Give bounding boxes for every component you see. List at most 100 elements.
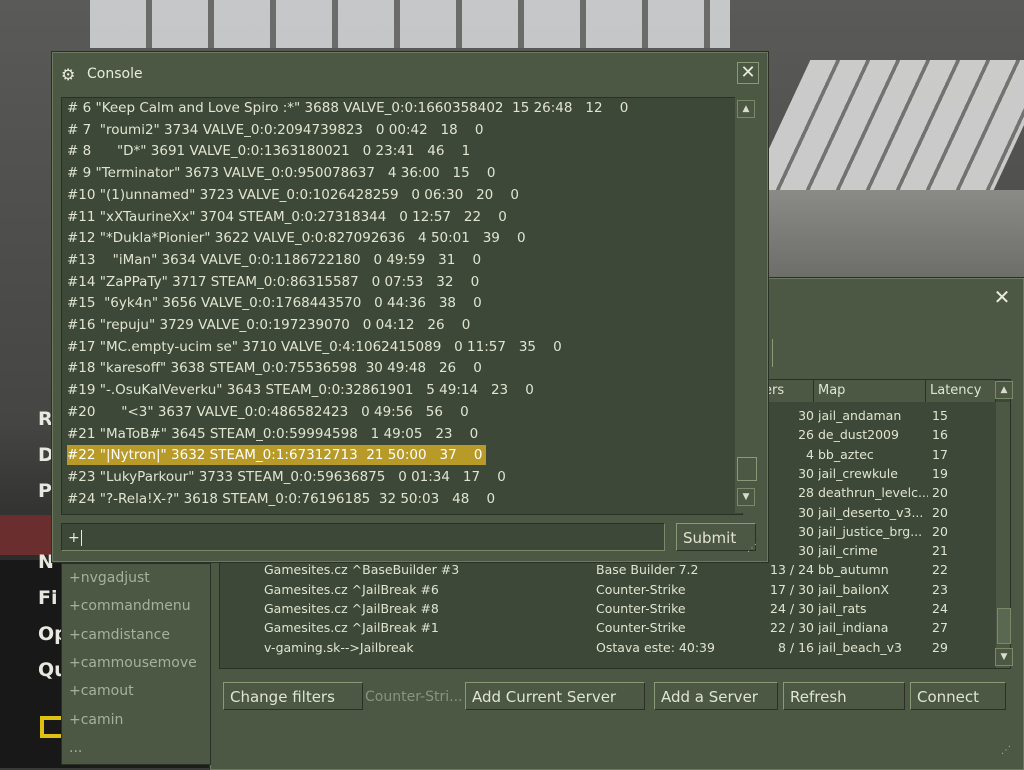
server-map: jail_justice_brg... (818, 523, 923, 539)
server-name: Gamesites.cz ^JailBreak #1 (264, 620, 439, 636)
server-latency: 21 (932, 543, 948, 559)
autocomplete-item[interactable]: +camout (69, 683, 134, 699)
console-log-line: #21 "MaToB#" 3645 STEAM_0:0:59994598 1 4… (67, 425, 479, 442)
server-latency: 29 (932, 639, 948, 655)
server-map: jail_rats (818, 601, 867, 616)
column-header-players[interactable]: ers (760, 380, 814, 402)
server-latency: 23 (932, 581, 948, 597)
server-game: Ostava este: 40:39 (596, 639, 715, 655)
autocomplete-item[interactable]: +commandmenu (69, 598, 191, 614)
server-players: 30 (798, 543, 814, 559)
arrow-up-icon[interactable]: ▲ (737, 100, 755, 118)
console-title: Console (87, 66, 143, 82)
filter-game-label: Counter-Stri... (365, 689, 463, 705)
console-log-line: #12 "*Dukla*Pionier" 3622 VALVE_0:0:8270… (67, 230, 526, 247)
console-log-line: # 8 "D*" 3691 VALVE_0:0:1363180021 0 23:… (67, 143, 471, 160)
add-current-server-button[interactable]: Add Current Server (465, 682, 645, 710)
scrollbar-thumb[interactable] (737, 457, 757, 481)
server-row[interactable]: v-gaming.sk-->Jailbreak Ostava este: 40:3… (220, 640, 990, 659)
server-latency: 19 (932, 465, 948, 481)
server-players: 30 (798, 408, 814, 423)
server-latency: 24 (932, 601, 948, 616)
console-log-line: #20 "<3" 3637 VALVE_0:0:486582423 0 49:5… (67, 403, 469, 420)
change-filters-button[interactable]: Change filters (223, 682, 363, 710)
close-icon: ✕ (993, 285, 1011, 309)
server-latency: 22 (932, 562, 948, 578)
submit-button[interactable]: Submit (676, 523, 756, 551)
ceiling-skylight-right (749, 60, 1024, 190)
browser-close-button[interactable]: ✕ (991, 287, 1013, 309)
console-log-line: #22 "|Nytron|" 3632 STEAM_0:1:67312713 2… (67, 445, 487, 466)
server-map: deathrun_levelc... (818, 485, 928, 501)
autocomplete-item[interactable]: +nvgadjust (69, 570, 150, 586)
server-name: Gamesites.cz ^BaseBuilder #3 (264, 562, 460, 578)
autocomplete-item[interactable]: +camin (69, 712, 123, 728)
console-scrollbar[interactable]: ▲ ▼ (735, 97, 757, 513)
console-log-line: #24 "?-Rela!X-?" 3618 STEAM_0:0:76196185… (67, 490, 496, 507)
autocomplete-item[interactable]: +cammousemove (69, 655, 197, 671)
background-wall (766, 190, 1024, 280)
steam-icon: ⚙ (61, 65, 76, 84)
console-output[interactable]: # 6 "Keep Calm and Love Spiro :*" 3688 V… (61, 97, 743, 515)
autocomplete-item[interactable]: +camdistance (69, 627, 170, 643)
ceiling-skylight (90, 0, 730, 48)
console-log-line: #13 "iMan" 3634 VALVE_0:0:1186722180 0 4… (67, 251, 482, 268)
server-latency: 27 (932, 620, 948, 636)
server-name: Gamesites.cz ^JailBreak #8 (264, 601, 439, 616)
server-latency: 20 (932, 523, 948, 539)
main-menu-item[interactable]: R (38, 408, 53, 430)
server-map: jail_andaman (818, 408, 902, 423)
server-players: 30 (798, 504, 814, 520)
server-players: 13 / 24 (770, 562, 814, 578)
server-game: Counter-Strike (596, 620, 686, 636)
arrow-up-icon[interactable]: ▲ (995, 381, 1013, 399)
main-menu-item[interactable]: P (38, 480, 52, 502)
server-latency: 16 (932, 427, 948, 443)
server-players: 28 (798, 485, 814, 501)
server-map: bb_aztec (818, 446, 874, 462)
console-log-line: #19 "-.OsuKalVeverku" 3643 STEAM_0:0:328… (67, 382, 534, 399)
server-row[interactable]: Gamesites.cz ^JailBreak #6 Counter-Strike… (220, 582, 990, 601)
console-log-line: #10 "(1)unnamed" 3723 VALVE_0:0:10264282… (67, 186, 520, 203)
autocomplete-item[interactable]: ... (69, 740, 82, 756)
add-server-button[interactable]: Add a Server (654, 682, 778, 710)
arrow-down-icon[interactable]: ▼ (995, 648, 1013, 666)
console-log-line: # 7 "roumi2" 3734 VALVE_0:0:2094739823 0… (67, 121, 484, 138)
console-log-line: #15 "6yk4n" 3656 VALVE_0:0:1768443570 0 … (67, 295, 482, 312)
console-log-line: #11 "xXTaurineXx" 3704 STEAM_0:0:2731834… (67, 208, 507, 225)
column-header-map[interactable]: Map (814, 380, 926, 402)
server-map: jail_deserto_v3... (818, 504, 924, 520)
server-map: jail_crime (818, 543, 878, 559)
refresh-button[interactable]: Refresh (783, 682, 905, 710)
background-red-block (0, 515, 60, 555)
server-players: 30 (798, 523, 814, 539)
resize-grip-icon[interactable]: ⋰ (747, 543, 757, 554)
server-players: 30 (798, 465, 814, 481)
server-players: 17 / 30 (770, 581, 814, 597)
resize-grip-icon[interactable]: ⋰ (1001, 745, 1011, 756)
command-autocomplete: +nvgadjust +commandmenu +camdistance +cammo… (61, 563, 211, 765)
main-menu-item[interactable]: Fi (38, 587, 58, 609)
server-map: jail_indiana (818, 620, 889, 636)
scrollbar-thumb[interactable] (997, 608, 1011, 644)
console-log-line: #23 "LukyParkour" 3733 STEAM_0:0:5963687… (67, 468, 506, 485)
server-row[interactable]: Gamesites.cz ^JailBreak #1 Counter-Strike… (220, 620, 990, 639)
console-log-line: # 6 "Keep Calm and Love Spiro :*" 3688 V… (67, 100, 629, 116)
server-row[interactable]: Gamesites.cz ^BaseBuilder #3 Base Builder… (220, 562, 990, 581)
console-close-button[interactable]: ✕ (737, 62, 759, 84)
console-log-line: #18 "karesoff" 3638 STEAM_0:0:75536598 3… (67, 360, 482, 377)
console-command-input[interactable]: + (61, 523, 665, 551)
server-map: jail_crewkule (818, 465, 898, 481)
column-header-latency[interactable]: Latency (926, 380, 996, 402)
arrow-down-icon[interactable]: ▼ (737, 488, 755, 506)
server-name: Gamesites.cz ^JailBreak #6 (264, 581, 439, 597)
server-players: 22 / 30 (770, 620, 814, 636)
server-list-scrollbar[interactable]: ▲ ▼ (995, 381, 1013, 668)
connect-button[interactable]: Connect (910, 682, 1006, 710)
close-icon: ✕ (740, 62, 756, 83)
server-game: Counter-Strike (596, 601, 686, 616)
server-row[interactable]: Gamesites.cz ^JailBreak #8 Counter-Strike… (220, 601, 990, 620)
console-log-line: # 9 "Terminator" 3673 VALVE_0:0:95007863… (67, 165, 496, 182)
server-map: jail_beach_v3 (818, 639, 903, 655)
server-name: v-gaming.sk-->Jailbreak (264, 639, 414, 655)
